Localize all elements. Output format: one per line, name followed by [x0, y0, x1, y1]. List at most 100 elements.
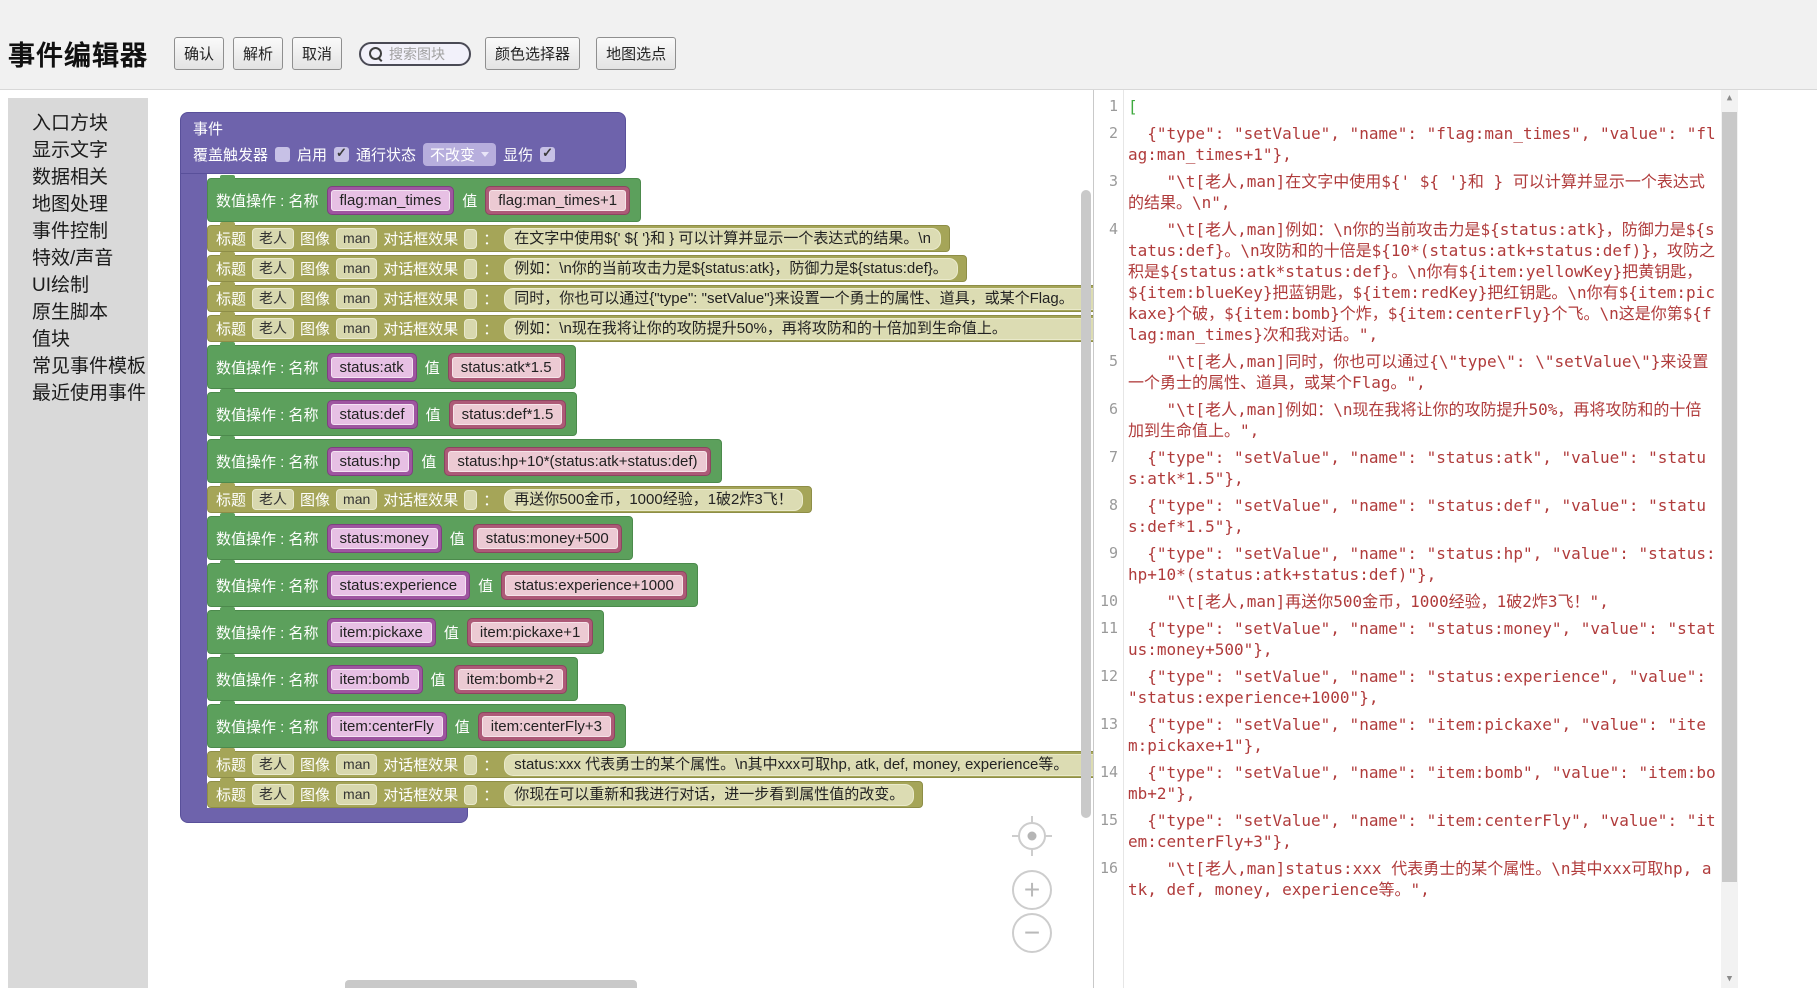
code-text[interactable]: {"type": "setValue", "name": "status:exp… [1124, 666, 1717, 708]
cancel-button[interactable]: 取消 [292, 37, 342, 70]
enable-checkbox[interactable] [334, 147, 349, 162]
confirm-button[interactable]: 确认 [174, 37, 224, 70]
block-row-setvalue[interactable]: 数值操作 : 名称status:experience值status:experi… [207, 563, 698, 607]
code-lines[interactable]: 1[2 {"type": "setValue", "name": "flag:m… [1094, 90, 1721, 988]
sidebar-item-数据相关[interactable]: 数据相关 [32, 164, 148, 191]
color-picker-button[interactable]: 颜色选择器 [485, 37, 580, 70]
zoom-in-button[interactable]: + [1012, 870, 1052, 910]
code-text[interactable]: "\t[老人,man]例如：\n现在我将让你的攻防提升50%，再将攻防和的十倍加… [1124, 399, 1717, 441]
dialog-effect-chip[interactable] [464, 229, 477, 249]
block-row-text[interactable]: 标题老人图像man对话框效果：同时，你也可以通过{"type": "setVal… [207, 285, 1093, 312]
search-input[interactable] [387, 45, 471, 63]
value-field[interactable]: status:hp+10*(status:atk+status:def) [444, 447, 710, 476]
code-text[interactable]: "\t[老人,man]再送你500金币，1000经验，1破2炸3飞！", [1124, 591, 1717, 612]
sidebar-item-特效/声音[interactable]: 特效/声音 [32, 245, 148, 272]
title-chip[interactable]: 老人 [252, 784, 294, 805]
scroll-up-icon[interactable]: ▲ [1721, 90, 1738, 107]
block-canvas[interactable]: 事件 覆盖触发器 启用 通行状态 不改变 显伤 数值操作 : [148, 90, 1093, 988]
title-chip[interactable]: 老人 [252, 318, 294, 339]
code-text[interactable]: {"type": "setValue", "name": "item:cente… [1124, 810, 1717, 852]
code-text[interactable]: {"type": "setValue", "name": "flag:man_t… [1124, 123, 1717, 165]
code-text[interactable]: [ [1124, 96, 1717, 117]
image-chip[interactable]: man [336, 784, 377, 805]
title-chip[interactable]: 老人 [252, 489, 294, 510]
value-field[interactable]: status:atk*1.5 [448, 353, 565, 382]
name-field[interactable]: flag:man_times [327, 186, 455, 215]
code-text[interactable]: "\t[老人,man]例如：\n你的当前攻击力是${status:atk}，防御… [1124, 219, 1717, 345]
display-damage-checkbox[interactable] [540, 147, 555, 162]
code-scrollbar[interactable]: ▲ ▼ [1721, 90, 1738, 988]
block-row-text[interactable]: 标题老人图像man对话框效果：在文字中使用${' ${ '}和 } 可以计算并显… [207, 225, 950, 252]
code-text[interactable]: {"type": "setValue", "name": "status:atk… [1124, 447, 1717, 489]
code-text[interactable]: "\t[老人,man]status:xxx 代表勇士的某个属性。\n其中xxx可… [1124, 858, 1717, 900]
sidebar-item-UI绘制[interactable]: UI绘制 [32, 272, 148, 299]
recenter-target-icon[interactable] [1010, 814, 1054, 858]
image-chip[interactable]: man [336, 228, 377, 249]
code-text[interactable]: "\t[老人,man]在文字中使用${' ${ '}和 } 可以计算并显示一个表… [1124, 171, 1717, 213]
name-field[interactable]: status:money [327, 524, 442, 553]
block-row-setvalue[interactable]: 数值操作 : 名称item:centerFly值item:centerFly+3 [207, 704, 626, 748]
scroll-down-icon[interactable]: ▼ [1721, 971, 1738, 988]
block-row-setvalue[interactable]: 数值操作 : 名称status:hp值status:hp+10*(status:… [207, 439, 722, 483]
name-field[interactable]: item:centerFly [327, 712, 447, 741]
map-pick-button[interactable]: 地图选点 [596, 37, 676, 70]
image-chip[interactable]: man [336, 318, 377, 339]
code-scrollbar-thumb[interactable] [1722, 112, 1737, 882]
sidebar-item-常见事件模板[interactable]: 常见事件模板 [32, 353, 148, 380]
name-field[interactable]: item:bomb [327, 665, 423, 694]
dialog-effect-chip[interactable] [464, 289, 477, 309]
block-row-text[interactable]: 标题老人图像man对话框效果：你现在可以重新和我进行对话，进一步看到属性值的改变… [207, 781, 923, 808]
block-row-setvalue[interactable]: 数值操作 : 名称status:def值status:def*1.5 [207, 392, 577, 436]
image-chip[interactable]: man [336, 489, 377, 510]
block-row-text[interactable]: 标题老人图像man对话框效果：status:xxx 代表勇士的某个属性。\n其中… [207, 751, 1093, 778]
value-field[interactable]: status:money+500 [473, 524, 622, 553]
text-content-field[interactable]: 例如：\n你的当前攻击力是${status:atk}，防御力是${status:… [504, 258, 957, 280]
title-chip[interactable]: 老人 [252, 288, 294, 309]
zoom-out-button[interactable]: − [1012, 913, 1052, 953]
value-field[interactable]: item:centerFly+3 [478, 712, 615, 741]
image-chip[interactable]: man [336, 288, 377, 309]
text-content-field[interactable]: status:xxx 代表勇士的某个属性。\n其中xxx可取hp, atk, d… [504, 754, 1093, 776]
block-row-text[interactable]: 标题老人图像man对话框效果：再送你500金币，1000经验，1破2炸3飞！ [207, 486, 812, 513]
dialog-effect-chip[interactable] [464, 755, 477, 775]
name-field[interactable]: status:atk [327, 353, 417, 382]
text-content-field[interactable]: 同时，你也可以通过{"type": "setValue"}来设置一个勇士的属性、… [504, 288, 1093, 310]
block-row-setvalue[interactable]: 数值操作 : 名称item:pickaxe值item:pickaxe+1 [207, 610, 604, 654]
value-field[interactable]: flag:man_times+1 [485, 186, 630, 215]
name-field[interactable]: status:def [327, 400, 418, 429]
canvas-horizontal-scrollbar[interactable] [345, 980, 637, 988]
sidebar-item-原生脚本[interactable]: 原生脚本 [32, 299, 148, 326]
canvas-vertical-scrollbar[interactable] [1081, 190, 1091, 818]
block-row-setvalue[interactable]: 数值操作 : 名称item:bomb值item:bomb+2 [207, 657, 578, 701]
text-content-field[interactable]: 再送你500金币，1000经验，1破2炸3飞！ [504, 489, 802, 511]
title-chip[interactable]: 老人 [252, 754, 294, 775]
name-field[interactable]: item:pickaxe [327, 618, 436, 647]
image-chip[interactable]: man [336, 754, 377, 775]
text-content-field[interactable]: 例如：\n现在我将让你的攻防提升50%，再将攻防和的十倍加到生命值上。 [504, 318, 1093, 340]
block-row-setvalue[interactable]: 数值操作 : 名称flag:man_times值flag:man_times+1 [207, 178, 641, 222]
overlay-trigger-checkbox[interactable] [275, 147, 290, 162]
pass-state-dropdown[interactable]: 不改变 [423, 143, 496, 166]
dialog-effect-chip[interactable] [464, 490, 477, 510]
dialog-effect-chip[interactable] [464, 319, 477, 339]
image-chip[interactable]: man [336, 258, 377, 279]
name-field[interactable]: status:hp [327, 447, 414, 476]
sidebar-item-入口方块[interactable]: 入口方块 [32, 110, 148, 137]
value-field[interactable]: status:def*1.5 [449, 400, 567, 429]
name-field[interactable]: status:experience [327, 571, 471, 600]
sidebar-item-显示文字[interactable]: 显示文字 [32, 137, 148, 164]
search-box[interactable] [359, 42, 471, 66]
sidebar-item-最近使用事件[interactable]: 最近使用事件 [32, 380, 148, 407]
text-content-field[interactable]: 你现在可以重新和我进行对话，进一步看到属性值的改变。 [504, 784, 914, 806]
sidebar-item-事件控制[interactable]: 事件控制 [32, 218, 148, 245]
dialog-effect-chip[interactable] [464, 785, 477, 805]
code-text[interactable]: {"type": "setValue", "name": "item:bomb"… [1124, 762, 1717, 804]
block-row-text[interactable]: 标题老人图像man对话框效果：例如：\n你的当前攻击力是${status:atk… [207, 255, 967, 282]
value-field[interactable]: status:experience+1000 [501, 571, 687, 600]
sidebar-item-值块[interactable]: 值块 [32, 326, 148, 353]
block-row-setvalue[interactable]: 数值操作 : 名称status:money值status:money+500 [207, 516, 633, 560]
code-text[interactable]: {"type": "setValue", "name": "status:def… [1124, 495, 1717, 537]
event-block[interactable]: 事件 覆盖触发器 启用 通行状态 不改变 显伤 数值操作 : [180, 112, 1093, 823]
event-block-header[interactable]: 事件 覆盖触发器 启用 通行状态 不改变 显伤 [180, 112, 626, 174]
block-row-text[interactable]: 标题老人图像man对话框效果：例如：\n现在我将让你的攻防提升50%，再将攻防和… [207, 315, 1093, 342]
